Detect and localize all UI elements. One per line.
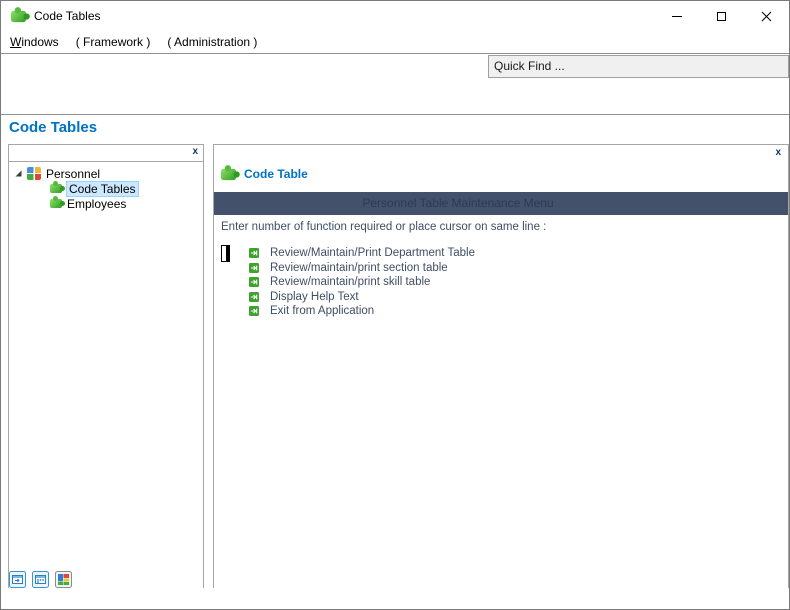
content-panel-close-button[interactable]: x [775,147,781,159]
close-button[interactable] [744,1,789,31]
tree-item-label-selected[interactable]: Code Tables [66,181,139,197]
menu-item-framework[interactable]: ( Framework ) [76,35,151,49]
app-window: Code Tables Windows ( Framework ) ( Admi… [0,0,790,610]
menu-item-windows[interactable]: Windows [10,35,59,49]
code-table-panel: x Code Table Personnel Table Maintenance… [213,144,789,590]
window-title: Code Tables [34,1,101,31]
toolbar-separator [1,114,789,115]
tree-item-label[interactable]: Personnel [46,167,100,181]
navigation-tree: Personnel Code Tables Employees [9,162,203,211]
close-icon [761,11,772,22]
green-puzzle-icon [221,168,236,179]
function-menu-label[interactable]: Review/maintain/print skill table [270,276,430,288]
tree-item-label[interactable]: Employees [67,197,126,211]
cascade-window-icon[interactable] [9,571,26,593]
window-controls [654,1,789,31]
page-title: Code Tables [9,119,97,136]
tree-item-code-tables[interactable]: Code Tables [9,181,203,196]
function-menu-item[interactable]: Exit from Application [214,304,788,319]
minimize-icon [672,16,682,17]
function-menu-label[interactable]: Display Help Text [270,291,359,303]
menu-bar: Windows ( Framework ) ( Administration ) [1,31,789,54]
tree-panel-header: x [9,145,203,162]
function-menu-item[interactable]: Review/Maintain/Print Department Table [214,246,788,261]
quick-find-input[interactable]: Quick Find ... [488,55,789,78]
green-arrow-icon [249,306,259,316]
green-arrow-icon [249,277,259,287]
green-arrow-icon [249,292,259,302]
function-menu-list: Review/Maintain/Print Department Table R… [214,246,788,319]
minimize-button[interactable] [654,1,699,31]
tree-item-employees[interactable]: Employees [9,196,203,211]
maximize-button[interactable] [699,1,744,31]
function-menu-item[interactable]: Review/maintain/print skill table [214,275,788,290]
category-blocks-icon [27,167,41,180]
menu-item-administration[interactable]: ( Administration ) [167,35,257,49]
status-bar [1,588,789,609]
tree-item-personnel[interactable]: Personnel [9,166,203,181]
content-panel-title: Code Table [244,167,308,181]
green-arrow-icon [249,263,259,273]
title-bar: Code Tables [1,1,789,31]
maximize-icon [717,12,726,21]
navigation-tree-panel: x Personnel Code Tables Employees [8,144,204,590]
tree-panel-close-button[interactable]: x [192,146,198,158]
function-menu-label[interactable]: Review/maintain/print section table [270,262,448,274]
window-grid-icon[interactable] [32,571,49,593]
green-puzzle-icon [50,199,62,208]
function-menu-label[interactable]: Review/Maintain/Print Department Table [270,247,475,259]
green-arrow-icon [249,248,259,258]
function-menu-item[interactable]: Display Help Text [214,290,788,305]
function-menu-item[interactable]: Review/maintain/print section table [214,261,788,276]
app-puzzle-icon [11,11,26,22]
instruction-text: Enter number of function required or pla… [221,221,546,233]
function-menu-label[interactable]: Exit from Application [270,305,374,317]
content-panel-header: Code Table [221,167,308,181]
screen-banner: Personnel Table Maintenance Menu [214,192,788,215]
colored-tiles-icon[interactable] [55,571,72,593]
green-puzzle-icon [50,184,62,193]
expand-arrow-icon[interactable] [14,169,23,178]
